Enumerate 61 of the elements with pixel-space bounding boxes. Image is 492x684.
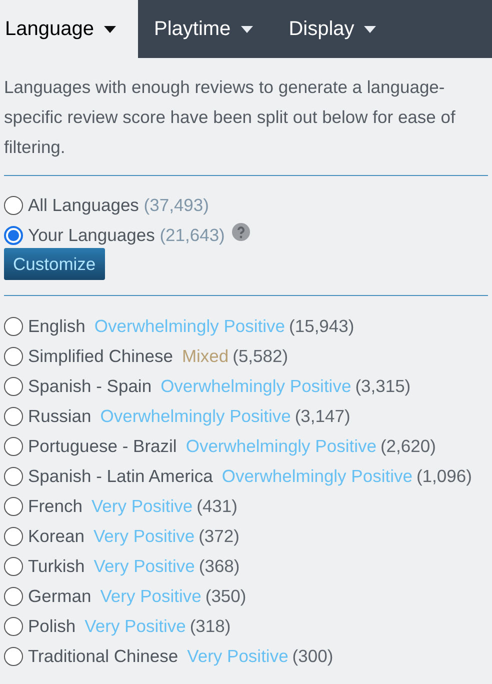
review-count: (318) <box>190 614 231 638</box>
review-count: (5,582) <box>232 344 288 368</box>
radio-button[interactable] <box>4 196 23 214</box>
caret-icon <box>240 26 253 32</box>
radio-button[interactable] <box>4 316 23 336</box>
review-score: Very Positive <box>84 614 186 638</box>
option-label: All Languages (37,493) <box>28 194 209 217</box>
review-score: Overwhelmingly Positive <box>94 314 286 338</box>
review-score: Overwhelmingly Positive <box>222 464 412 488</box>
radio-button[interactable] <box>4 616 23 636</box>
help-icon[interactable] <box>232 223 250 241</box>
radio-button[interactable] <box>4 526 23 546</box>
review-count: (372) <box>198 524 240 548</box>
review-count: (350) <box>205 584 246 608</box>
review-count: (368) <box>198 554 240 578</box>
language-name: Turkish <box>28 554 85 578</box>
review-score: Very Positive <box>94 554 195 578</box>
language-name: Korean <box>28 524 84 548</box>
option-label: Your Languages (21,643) <box>28 224 225 247</box>
filter-tab[interactable]: Language <box>0 0 138 58</box>
review-score: Overwhelmingly Positive <box>100 404 291 428</box>
review-score: Very Positive <box>93 524 195 548</box>
language-name: Spanish - Spain <box>28 374 152 398</box>
language-name: English <box>28 314 86 338</box>
review-count: (15,943) <box>289 314 354 338</box>
customize-button[interactable]: Customize <box>4 248 105 280</box>
review-count: (2,620) <box>380 434 436 458</box>
review-score: Very Positive <box>100 584 202 608</box>
language-name: German <box>28 584 92 608</box>
review-count: (3,147) <box>294 404 350 428</box>
radio-button[interactable] <box>4 496 23 516</box>
radio-button[interactable] <box>4 586 23 606</box>
review-score: Very Positive <box>187 644 288 668</box>
radio-button[interactable] <box>4 436 23 456</box>
caret-icon <box>364 26 376 32</box>
radio-button[interactable] <box>4 346 23 366</box>
language-name: Portuguese - Brazil <box>28 434 177 458</box>
filter-tab[interactable]: Playtime <box>138 0 269 58</box>
review-score: Mixed <box>182 344 229 368</box>
review-count: (3,315) <box>355 374 411 398</box>
description-text: Languages with enough reviews to generate a language-specific review score have been split out below for ease of filtering. <box>3 76 456 159</box>
language-name: Simplified Chinese <box>28 344 173 368</box>
review-count: (1,096) <box>416 464 472 488</box>
review-count: (431) <box>196 494 238 518</box>
radio-button[interactable] <box>4 556 23 576</box>
review-score: Very Positive <box>91 494 193 518</box>
radio-button[interactable] <box>4 226 23 244</box>
review-score: Overwhelmingly Positive <box>186 434 376 458</box>
filter-tab[interactable]: Display <box>272 0 392 58</box>
caret-icon <box>104 26 116 32</box>
language-name: Spanish - Latin America <box>28 464 213 488</box>
language-name: Polish <box>28 614 76 638</box>
review-count: (300) <box>292 644 334 668</box>
radio-button[interactable] <box>4 466 23 486</box>
radio-button[interactable] <box>4 646 23 666</box>
language-name: French <box>28 494 82 518</box>
radio-button[interactable] <box>4 376 23 396</box>
radio-button[interactable] <box>4 406 23 426</box>
language-name: Traditional Chinese <box>28 644 178 668</box>
review-score: Overwhelmingly Positive <box>160 374 352 398</box>
language-name: Russian <box>28 404 92 428</box>
